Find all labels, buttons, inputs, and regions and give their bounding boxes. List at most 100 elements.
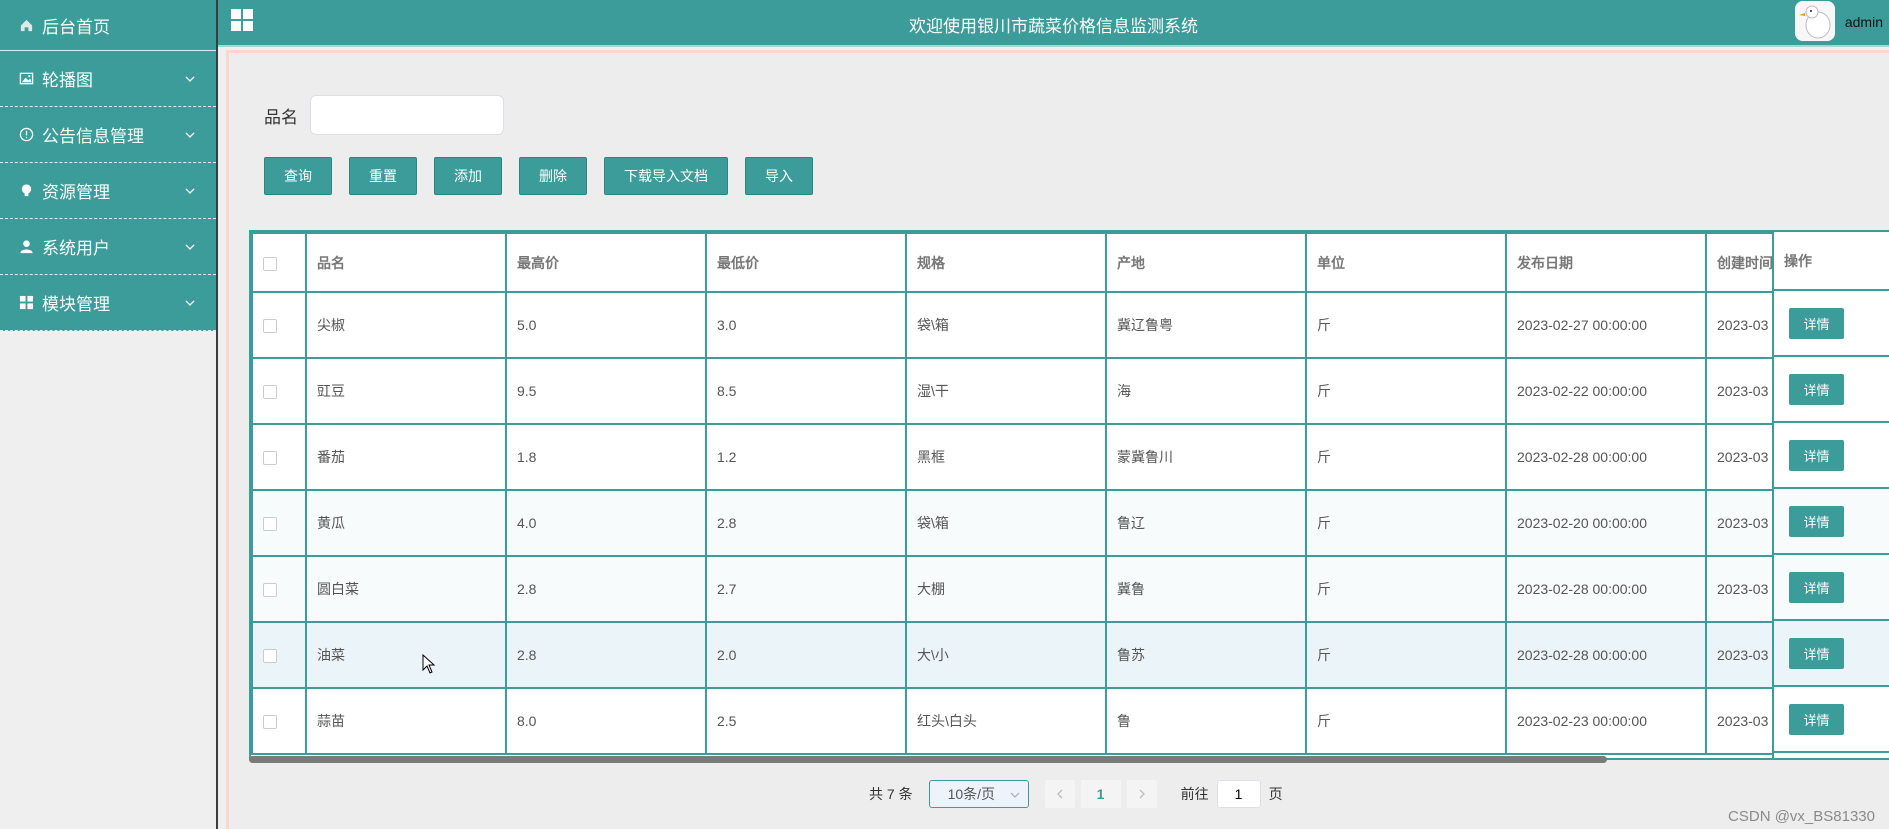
action-cell: 详情 <box>1774 423 1889 489</box>
table-row[interactable]: 豇豆 9.5 8.5 湿\干 海 斤 2023-02-22 00:00:00 2… <box>251 357 1873 425</box>
table-row[interactable]: 蒜苗 8.0 2.5 红头\白头 鲁 斤 2023-02-23 00:00:00… <box>251 687 1873 755</box>
import-button[interactable]: 导入 <box>745 157 813 195</box>
detail-button[interactable]: 详情 <box>1789 571 1844 603</box>
cell-max-price: 5.0 <box>505 291 707 359</box>
cell-origin: 蒙冀鲁川 <box>1105 423 1307 491</box>
detail-button[interactable]: 详情 <box>1789 373 1844 405</box>
row-checkbox[interactable] <box>263 319 277 334</box>
cell-name: 圆白菜 <box>305 555 507 623</box>
page-suffix: 页 <box>1268 786 1283 802</box>
cell-min-price: 2.7 <box>705 555 907 623</box>
detail-button[interactable]: 详情 <box>1789 637 1844 669</box>
cell-unit: 斤 <box>1305 621 1507 689</box>
sidebar-item-carousel[interactable]: 轮播图 <box>0 51 216 107</box>
next-page-button[interactable] <box>1126 780 1157 808</box>
sidebar-item-announcements[interactable]: 公告信息管理 <box>0 107 216 163</box>
main-content: 品名 查询 重置 添加 删除 下载导入文档 导入 品名 最高价 最低价 规格 产… <box>226 50 1889 829</box>
download-template-button[interactable]: 下载导入文档 <box>604 157 728 195</box>
select-all-checkbox[interactable] <box>263 256 277 271</box>
column-header[interactable]: 产地 <box>1105 232 1307 293</box>
info-circle-icon <box>18 127 34 143</box>
scrollbar-thumb[interactable] <box>249 756 1607 763</box>
cell-max-price: 2.8 <box>505 555 707 623</box>
page-size-select[interactable]: 10条/页 <box>928 780 1029 808</box>
row-checkbox[interactable] <box>263 385 277 400</box>
row-checkbox[interactable] <box>263 715 277 730</box>
pagination: 共 7 条 10条/页 1 前往 页 <box>869 780 1283 808</box>
query-button[interactable]: 查询 <box>264 157 332 195</box>
column-header: 操作 <box>1774 232 1889 291</box>
detail-button[interactable]: 详情 <box>1789 703 1844 735</box>
cell-name: 蒜苗 <box>305 687 507 755</box>
sidebar-item-label: 资源管理 <box>42 183 110 202</box>
sidebar: 后台首页 轮播图 公告信息管理 资源管理 系统用户 模块管理 <box>0 0 218 829</box>
column-header[interactable]: 品名 <box>305 232 507 293</box>
table-row[interactable]: 尖椒 5.0 3.0 袋\箱 冀辽鲁粤 斤 2023-02-27 00:00:0… <box>251 291 1873 359</box>
cell-min-price: 8.5 <box>705 357 907 425</box>
cell-min-price: 1.2 <box>705 423 907 491</box>
avatar-image <box>1795 1 1835 41</box>
sidebar-item-modules[interactable]: 模块管理 <box>0 275 216 331</box>
cell-unit: 斤 <box>1305 423 1507 491</box>
reset-button[interactable]: 重置 <box>349 157 417 195</box>
row-checkbox[interactable] <box>263 583 277 598</box>
sidebar-item-users[interactable]: 系统用户 <box>0 219 216 275</box>
avatar[interactable] <box>1795 1 1835 41</box>
detail-button[interactable]: 详情 <box>1789 505 1844 537</box>
mouse-cursor-icon <box>422 654 436 674</box>
horizontal-scrollbar[interactable] <box>249 755 1889 763</box>
chevron-down-icon <box>185 132 195 138</box>
row-checkbox[interactable] <box>263 517 277 532</box>
search-label: 品名 <box>264 107 298 127</box>
cell-name: 豇豆 <box>305 357 507 425</box>
delete-button[interactable]: 删除 <box>519 157 587 195</box>
column-header[interactable]: 规格 <box>905 232 1107 293</box>
cell-origin: 鲁苏 <box>1105 621 1307 689</box>
cell-unit: 斤 <box>1305 291 1507 359</box>
cell-publish-date: 2023-02-28 00:00:00 <box>1505 555 1707 623</box>
cell-publish-date: 2023-02-23 00:00:00 <box>1505 687 1707 755</box>
column-header[interactable]: 发布日期 <box>1505 232 1707 293</box>
column-header[interactable]: 最低价 <box>705 232 907 293</box>
total-count: 共 7 条 <box>869 786 913 802</box>
cell-spec: 袋\箱 <box>905 489 1107 557</box>
table-row[interactable]: 圆白菜 2.8 2.7 大棚 冀鲁 斤 2023-02-28 00:00:00 … <box>251 555 1873 623</box>
chevron-down-icon <box>185 300 195 306</box>
home-icon <box>18 17 34 33</box>
cell-min-price: 2.8 <box>705 489 907 557</box>
cell-unit: 斤 <box>1305 489 1507 557</box>
detail-button[interactable]: 详情 <box>1789 307 1844 339</box>
column-header[interactable]: 最高价 <box>505 232 707 293</box>
cell-publish-date: 2023-02-28 00:00:00 <box>1505 621 1707 689</box>
cell-origin: 鲁辽 <box>1105 489 1307 557</box>
prev-page-button[interactable] <box>1044 780 1075 808</box>
page-number-current[interactable]: 1 <box>1080 780 1121 808</box>
goto-label: 前往 <box>1180 786 1209 802</box>
sidebar-item-resources[interactable]: 资源管理 <box>0 163 216 219</box>
cell-publish-date: 2023-02-20 00:00:00 <box>1505 489 1707 557</box>
row-checkbox[interactable] <box>263 649 277 664</box>
data-table: 品名 最高价 最低价 规格 产地 单位 发布日期 创建时间 尖椒 5.0 3.0… <box>249 230 1889 760</box>
add-button[interactable]: 添加 <box>434 157 502 195</box>
cell-max-price: 8.0 <box>505 687 707 755</box>
page-size-value: 10条/页 <box>947 786 996 802</box>
row-checkbox[interactable] <box>263 451 277 466</box>
select-all-cell <box>251 232 307 293</box>
detail-button[interactable]: 详情 <box>1789 439 1844 471</box>
goto-page-input[interactable] <box>1216 780 1261 808</box>
user-icon <box>18 239 34 255</box>
table-row[interactable]: 黄瓜 4.0 2.8 袋\箱 鲁辽 斤 2023-02-20 00:00:00 … <box>251 489 1873 557</box>
chevron-down-icon <box>185 244 195 250</box>
username[interactable]: admin <box>1845 14 1883 30</box>
table-row[interactable]: 油菜 2.8 2.0 大\小 鲁苏 斤 2023-02-28 00:00:00 … <box>251 621 1873 689</box>
cell-max-price: 4.0 <box>505 489 707 557</box>
product-name-input[interactable] <box>310 95 504 135</box>
toolbar: 查询 重置 添加 删除 下载导入文档 导入 <box>264 157 830 195</box>
cell-spec: 大\小 <box>905 621 1107 689</box>
cell-origin: 冀鲁 <box>1105 555 1307 623</box>
cell-unit: 斤 <box>1305 555 1507 623</box>
action-cell: 详情 <box>1774 489 1889 555</box>
column-header[interactable]: 单位 <box>1305 232 1507 293</box>
table-row[interactable]: 番茄 1.8 1.2 黑框 蒙冀鲁川 斤 2023-02-28 00:00:00… <box>251 423 1873 491</box>
sidebar-item-home[interactable]: 后台首页 <box>0 0 216 51</box>
